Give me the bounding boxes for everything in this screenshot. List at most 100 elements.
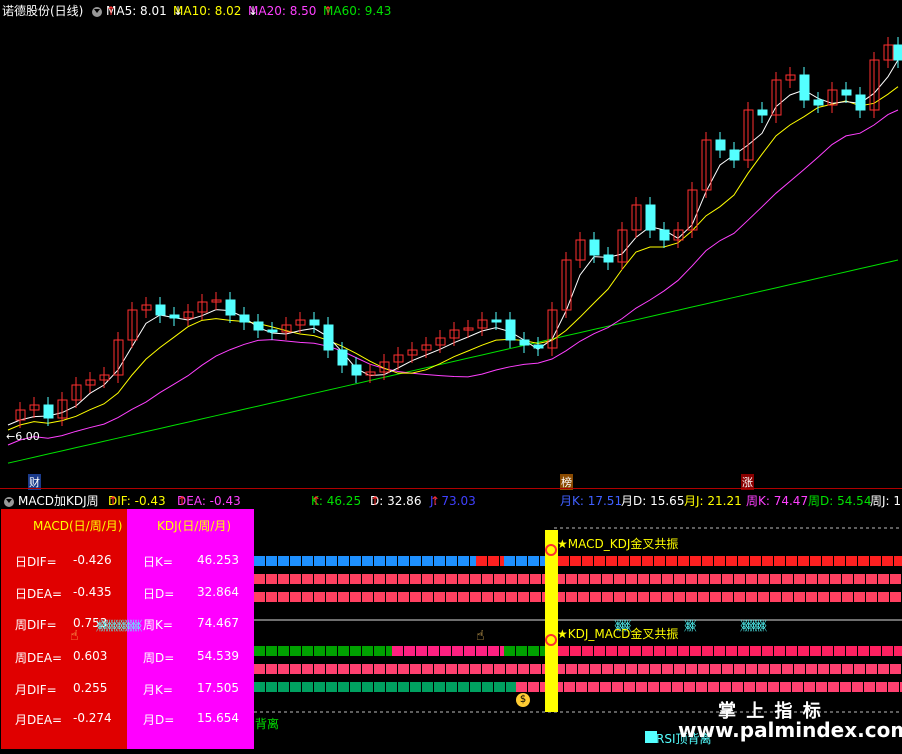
- signal-cell: [446, 592, 457, 602]
- signal-cell: [314, 646, 325, 656]
- signal-cell: [558, 646, 569, 656]
- signal-cell: [768, 682, 779, 692]
- signal-cell: [648, 682, 659, 692]
- signal-cell: [362, 646, 373, 656]
- signal-cell: [338, 664, 349, 674]
- signal-cell: [266, 574, 277, 584]
- signal-cell: [362, 556, 373, 566]
- macd-row-label: 日DEA=: [15, 587, 63, 601]
- signal-cell: [338, 592, 349, 602]
- signal-cell: [434, 556, 445, 566]
- signal-cell: [818, 574, 829, 584]
- signal-cell: [350, 646, 361, 656]
- signal-cell: [878, 592, 889, 602]
- signal-cell: [410, 592, 421, 602]
- signal-cell: [458, 592, 469, 602]
- signal-cell: [290, 682, 301, 692]
- signal-cell: [618, 646, 629, 656]
- signal-cell: [482, 664, 493, 674]
- signal-cell: [398, 574, 409, 584]
- signal-cell: [458, 682, 469, 692]
- signal-cell: [254, 646, 265, 656]
- macd-row-value: -0.274: [73, 711, 112, 725]
- signal-cell: [864, 682, 875, 692]
- signal-cell: [278, 646, 289, 656]
- signal-cell: [254, 574, 265, 584]
- kdj-row-value: 15.654: [197, 711, 239, 725]
- signal-cell: [770, 664, 781, 674]
- signal-cell: [714, 556, 725, 566]
- signal-cell: [806, 664, 817, 674]
- signal-cell: [602, 664, 613, 674]
- signal-cell: [894, 556, 902, 566]
- signal-cell: [710, 664, 721, 674]
- signal-cell: [614, 574, 625, 584]
- signal-cell: [606, 646, 617, 656]
- signal-cell: [578, 592, 589, 602]
- kdj-row-label: 日D=: [143, 587, 175, 601]
- signal-cell: [858, 646, 869, 656]
- signal-cell: [278, 592, 289, 602]
- signal-cell: [326, 592, 337, 602]
- signal-cell: [870, 646, 881, 656]
- signal-cell: [710, 574, 721, 584]
- signal-cell: [386, 574, 397, 584]
- signal-cell: [290, 646, 301, 656]
- signal-cell: [626, 574, 637, 584]
- signal-cell: [302, 682, 313, 692]
- signal-cell: [878, 664, 889, 674]
- signal-cell: [504, 556, 515, 566]
- signal-cell: [642, 646, 653, 656]
- signal-cell: [882, 556, 893, 566]
- signal-cell: [698, 664, 709, 674]
- signal-cell: [518, 574, 529, 584]
- signal-cell: [362, 574, 373, 584]
- signal-cell: [662, 574, 673, 584]
- signal-cell: [828, 682, 839, 692]
- signal-cell: [482, 592, 493, 602]
- signal-cell: [830, 592, 841, 602]
- signal-cell: [530, 664, 541, 674]
- kdj-row-value: 74.467: [197, 616, 239, 630]
- signal-cell: [650, 592, 661, 602]
- signal-cell: [254, 592, 265, 602]
- signal-cell: [792, 682, 803, 692]
- signal-cell: [350, 592, 361, 602]
- signal-cell: [818, 664, 829, 674]
- signal-cell: [374, 574, 385, 584]
- signal-cell: [416, 646, 427, 656]
- signal-cell: [786, 646, 797, 656]
- signal-cell: [714, 646, 725, 656]
- signal-cell: [266, 664, 277, 674]
- signal-cell: [506, 664, 517, 674]
- signal-cell: [434, 682, 445, 692]
- signal-cell: [674, 592, 685, 602]
- signal-cell: [410, 574, 421, 584]
- signal-cell: [858, 556, 869, 566]
- signal-cell: [386, 592, 397, 602]
- signal-cell: [578, 664, 589, 674]
- signal-cell: [882, 646, 893, 656]
- signal-cell: [314, 574, 325, 584]
- signal-cell: [698, 574, 709, 584]
- signal-cell: [506, 592, 517, 602]
- signal-cell: [350, 682, 361, 692]
- signal-cell: [842, 664, 853, 674]
- watermark-url: www.palmindex.com: [678, 718, 902, 742]
- signal-cell: [770, 574, 781, 584]
- signal-cell: [528, 646, 539, 656]
- signal-cell: [290, 556, 301, 566]
- signal-cell: [350, 556, 361, 566]
- signal-cell: [602, 574, 613, 584]
- signal-cell: [866, 592, 877, 602]
- signal-cell: [894, 646, 902, 656]
- signal-cell: [362, 592, 373, 602]
- signal-cell: [326, 556, 337, 566]
- signal-cell: [834, 556, 845, 566]
- signal-cell: [734, 664, 745, 674]
- signal-cell: [726, 556, 737, 566]
- signal-cell: [722, 574, 733, 584]
- signal-cell: [822, 646, 833, 656]
- signal-cell: [782, 574, 793, 584]
- signal-cell: [398, 664, 409, 674]
